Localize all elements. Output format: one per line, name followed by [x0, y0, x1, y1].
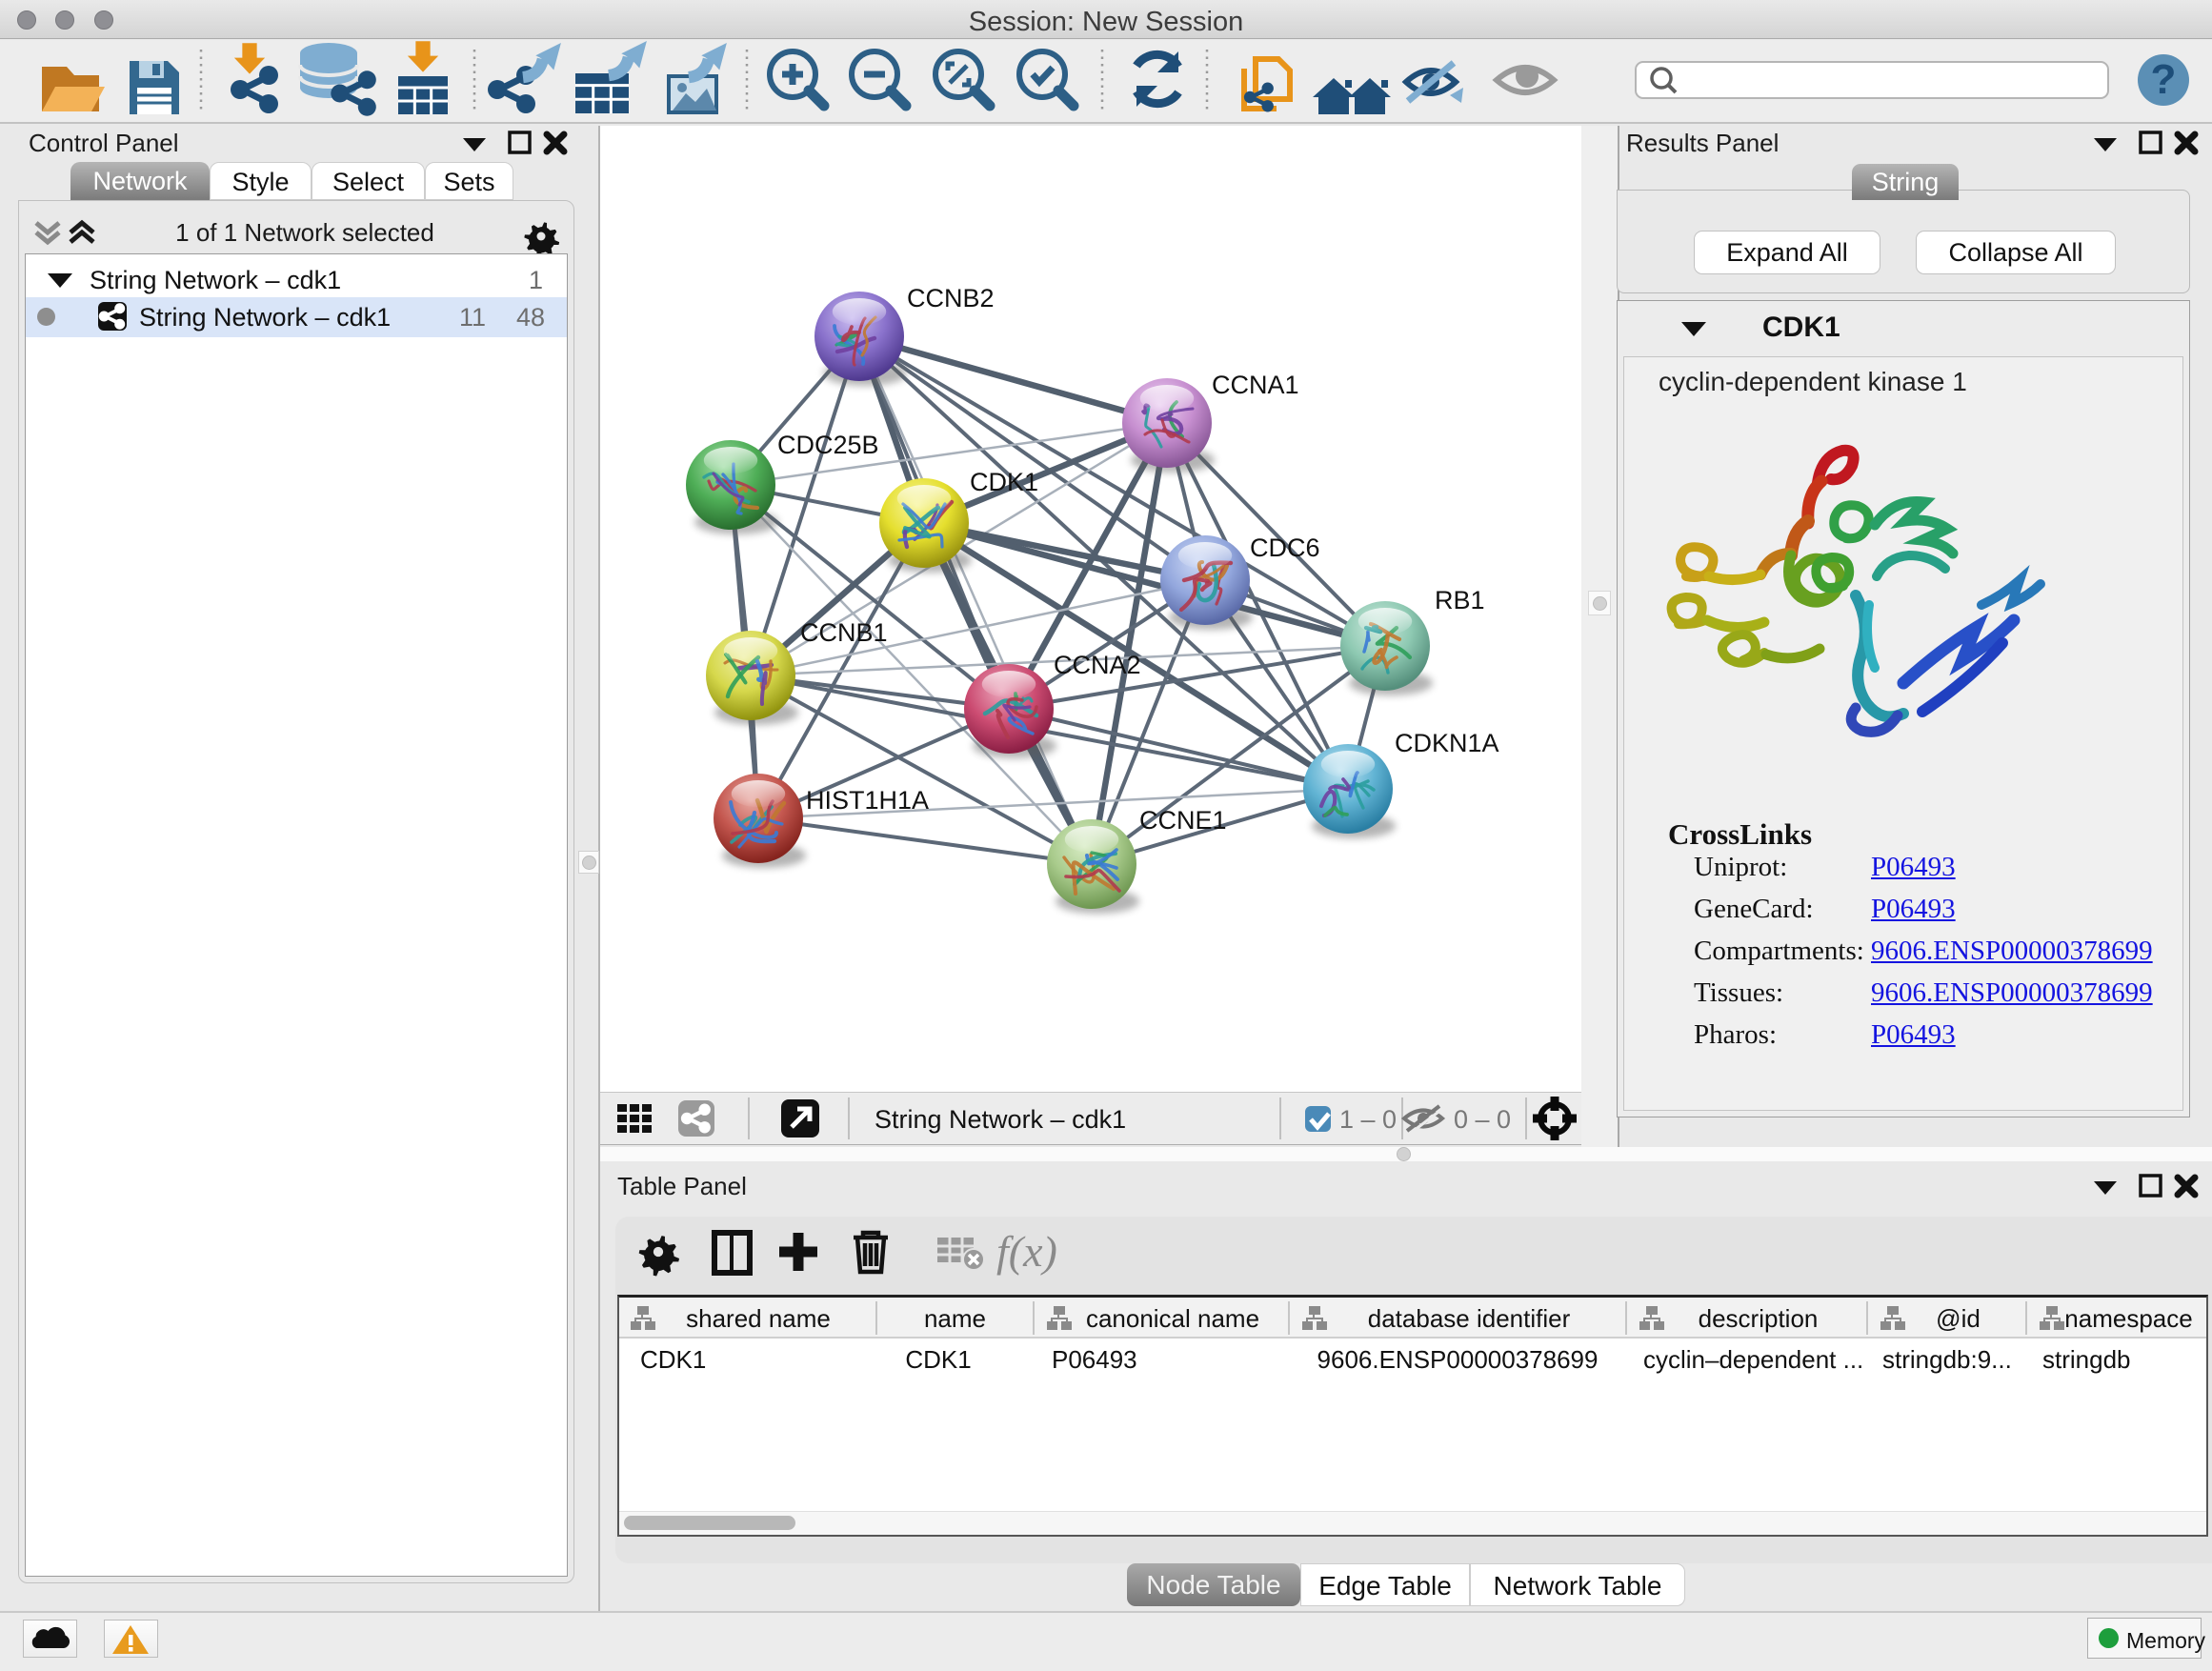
- svg-text:cyclin–dependent ...: cyclin–dependent ...: [1643, 1345, 1863, 1374]
- svg-text:description: description: [1699, 1304, 1819, 1333]
- svg-text:String Network – cdk1: String Network – cdk1: [875, 1105, 1126, 1134]
- svg-text:CDC25B: CDC25B: [777, 431, 879, 459]
- svg-text:@id: @id: [1936, 1304, 1981, 1333]
- svg-text:CCNB1: CCNB1: [800, 618, 888, 647]
- svg-text:CDK1: CDK1: [905, 1345, 971, 1374]
- svg-text:namespace: namespace: [2064, 1304, 2192, 1333]
- svg-text:CDKN1A: CDKN1A: [1395, 729, 1499, 757]
- svg-text:CDK1: CDK1: [640, 1345, 706, 1374]
- svg-text:canonical name: canonical name: [1086, 1304, 1259, 1333]
- svg-text:CCNE1: CCNE1: [1139, 806, 1227, 835]
- svg-text:shared name: shared name: [686, 1304, 831, 1333]
- svg-text:f(x): f(x): [996, 1227, 1057, 1276]
- svg-text:stringdb: stringdb: [2042, 1345, 2131, 1374]
- svg-text:0 – 0: 0 – 0: [1454, 1105, 1511, 1134]
- svg-text:database identifier: database identifier: [1368, 1304, 1571, 1333]
- svg-text:1 – 0: 1 – 0: [1339, 1105, 1397, 1134]
- svg-text:P06493: P06493: [1052, 1345, 1137, 1374]
- svg-text:CDK1: CDK1: [970, 468, 1038, 496]
- svg-text:9606.ENSP00000378699: 9606.ENSP00000378699: [1317, 1345, 1599, 1374]
- svg-text:CCNA1: CCNA1: [1212, 371, 1299, 399]
- svg-text:CCNA2: CCNA2: [1054, 651, 1141, 679]
- svg-text:name: name: [924, 1304, 986, 1333]
- svg-text:HIST1H1A: HIST1H1A: [806, 786, 929, 815]
- svg-text:RB1: RB1: [1435, 586, 1485, 614]
- svg-text:CCNB2: CCNB2: [907, 284, 995, 312]
- svg-text:CDC6: CDC6: [1250, 534, 1320, 562]
- svg-text:stringdb:9...: stringdb:9...: [1882, 1345, 2012, 1374]
